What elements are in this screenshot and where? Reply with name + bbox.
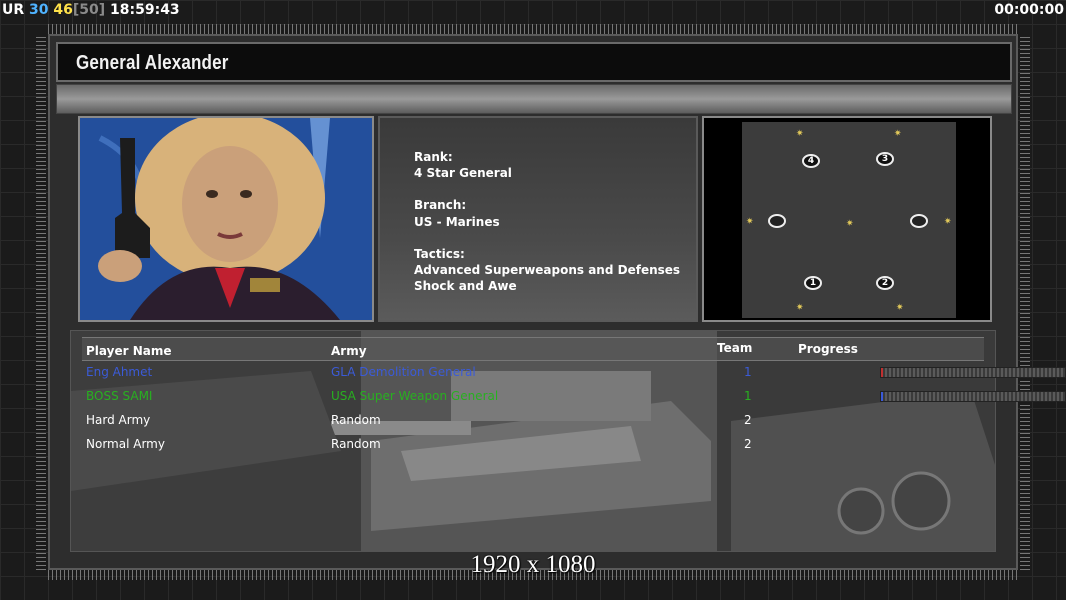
rank-label: Rank: — [414, 150, 453, 164]
progress-fill — [881, 392, 883, 401]
hud-clock: 18:59:43 — [110, 2, 180, 18]
map-field: 4 3 1 2 ✷ ✷ ✷ ✷ ✷ ✷ ✷ — [742, 122, 956, 318]
supply-star-icon: ✷ — [846, 219, 854, 229]
title-bar: General Alexander — [56, 42, 1012, 82]
player-army: Random — [331, 413, 381, 427]
player-progress-bar — [880, 391, 1066, 402]
supply-star-icon: ✷ — [896, 303, 904, 313]
player-army: GLA Demolition General — [331, 365, 476, 379]
player-name: Eng Ahmet — [86, 365, 153, 379]
general-info-panel: Rank: 4 Star General Branch: US - Marine… — [378, 116, 698, 322]
supply-star-icon: ✷ — [796, 129, 804, 139]
branch-label: Branch: — [414, 198, 467, 213]
player-army: Random — [331, 437, 381, 451]
supply-star-icon: ✷ — [944, 217, 952, 227]
hud-label: UR — [2, 2, 25, 18]
supply-star-icon: ✷ — [796, 303, 804, 313]
player-row: Eng Ahmet GLA Demolition General 1 — [82, 362, 1066, 384]
spawn-marker-3: 3 — [876, 152, 894, 166]
hud-value-c: [50] — [72, 2, 106, 18]
hud-value-b: 46 — [53, 2, 73, 18]
player-name: BOSS SAMI — [86, 389, 153, 403]
general-portrait — [78, 116, 374, 322]
portrait-image — [80, 118, 372, 320]
spawn-marker-2: 2 — [876, 276, 894, 290]
header-progress: Progress — [798, 342, 858, 356]
sub-bar — [56, 84, 1012, 114]
spawn-marker-empty-west — [768, 214, 786, 228]
header-team: Team — [717, 341, 753, 355]
header-player-name: Player Name — [86, 344, 172, 358]
hud-stats: UR 30 46[50] 18:59:43 — [2, 0, 180, 20]
player-row: Hard Army Random 2 — [82, 410, 984, 432]
frame-ticks-top — [48, 24, 1018, 34]
player-name: Normal Army — [86, 437, 165, 451]
spawn-marker-4: 4 — [802, 154, 820, 168]
header-army: Army — [331, 344, 367, 358]
rank-value: 4 Star General — [414, 166, 512, 181]
spawn-marker-empty-east — [910, 214, 928, 228]
player-team: 2 — [744, 437, 752, 451]
tactics-label: Tactics: — [414, 246, 465, 261]
players-table-header: Player Name Army Team Progress — [82, 337, 984, 361]
player-team: 1 — [744, 389, 752, 403]
player-team: 2 — [744, 413, 752, 427]
hud-timer: 00:00:00 — [994, 2, 1064, 18]
tactics-line-1: Advanced Superweapons and Defenses — [414, 263, 681, 278]
players-table-body: Eng Ahmet GLA Demolition General 1 BOSS … — [82, 362, 1066, 458]
player-army: USA Super Weapon General — [331, 389, 499, 403]
branch-value: US - Marines — [414, 214, 500, 229]
player-team: 1 — [744, 365, 752, 379]
player-row: Normal Army Random 2 — [82, 434, 984, 456]
map-preview: 4 3 1 2 ✷ ✷ ✷ ✷ ✷ ✷ ✷ — [702, 116, 992, 322]
supply-star-icon: ✷ — [894, 129, 902, 139]
player-name: Hard Army — [86, 413, 151, 427]
player-progress-bar — [880, 367, 1066, 378]
frame-ticks-left — [36, 34, 46, 570]
player-row: BOSS SAMI USA Super Weapon General 1 — [82, 386, 1066, 408]
spawn-marker-1: 1 — [804, 276, 822, 290]
supply-star-icon: ✷ — [746, 217, 754, 227]
progress-fill — [881, 368, 883, 377]
frame-ticks-right — [1020, 34, 1030, 570]
tactics-line-2: Shock and Awe — [414, 279, 517, 294]
resolution-overlay: 1920 x 1080 — [470, 551, 596, 578]
hud-value-a: 30 — [29, 2, 49, 18]
general-name: General Alexander — [76, 52, 229, 74]
